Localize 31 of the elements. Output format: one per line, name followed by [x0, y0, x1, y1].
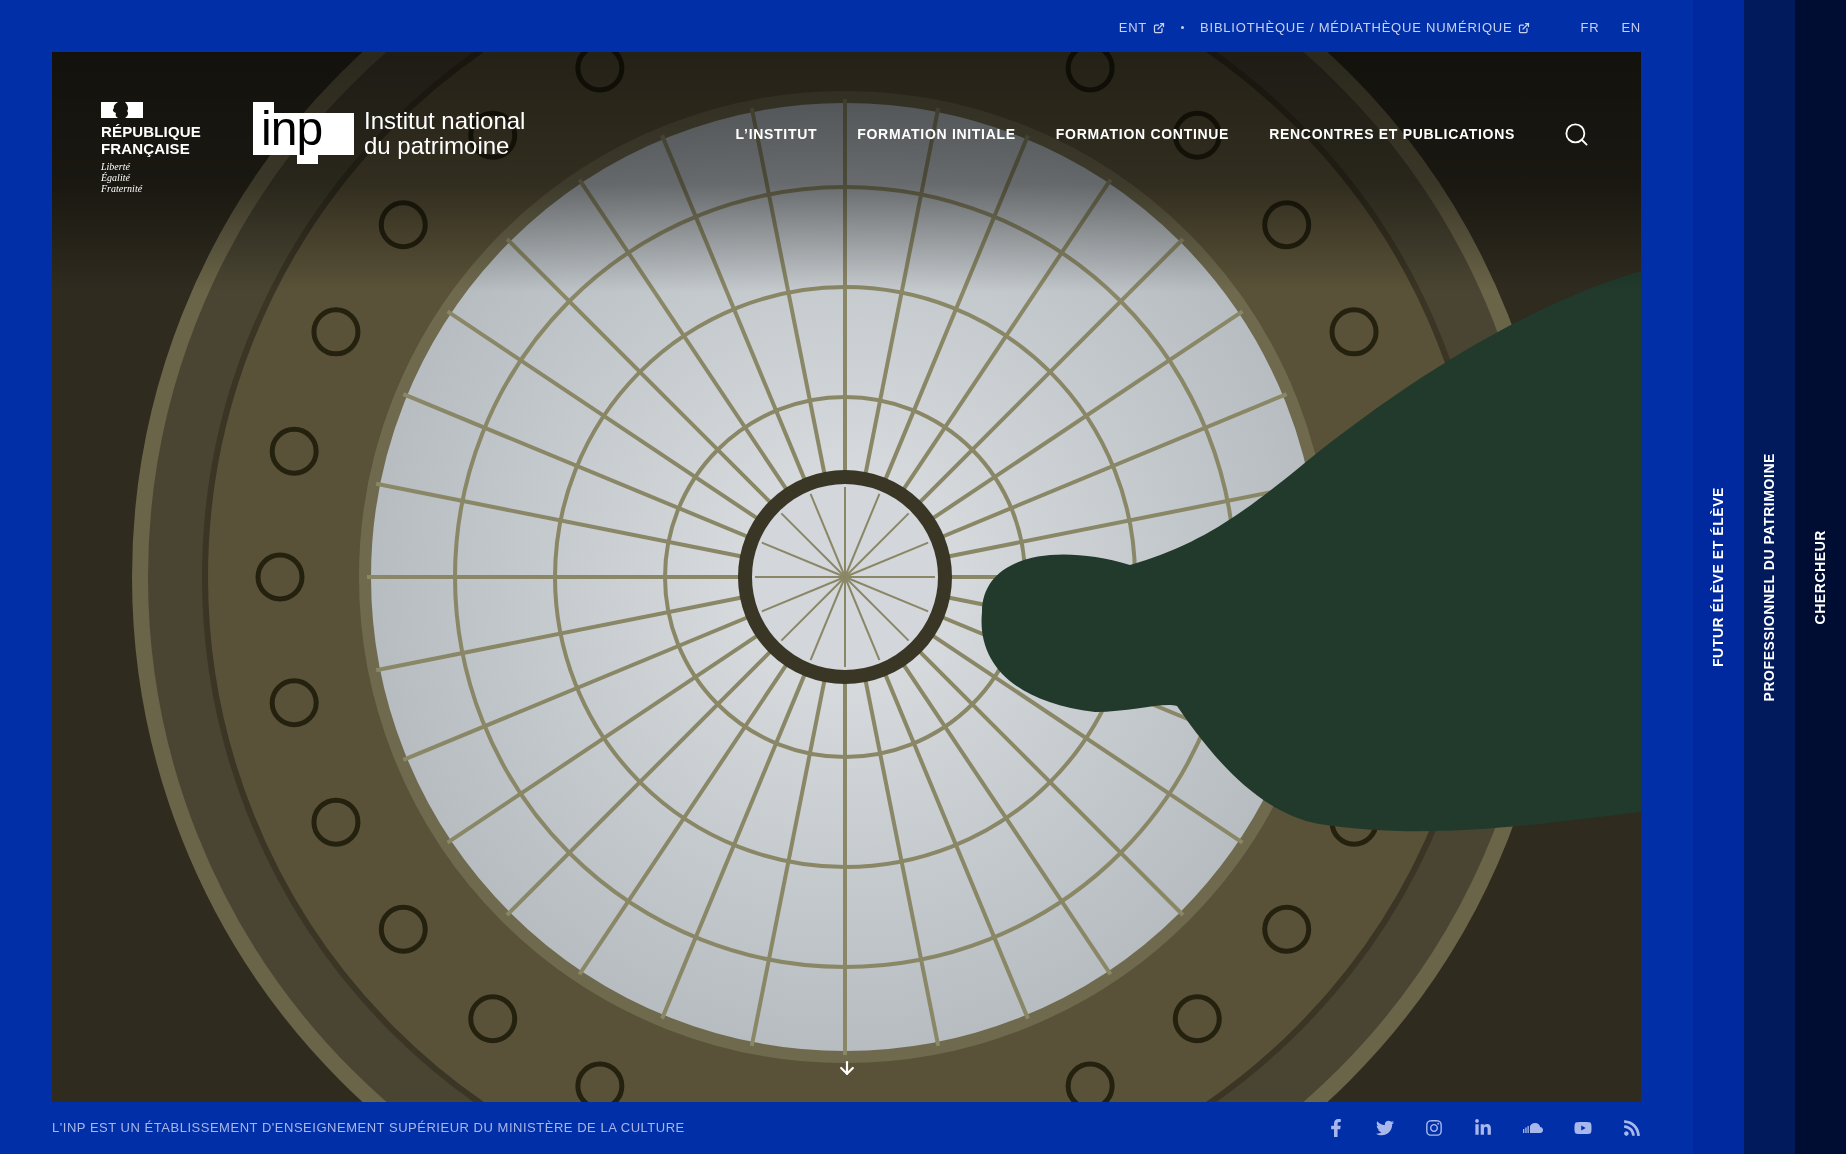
rss-link[interactable] [1623, 1119, 1641, 1137]
top-link[interactable]: ENT [1118, 17, 1166, 38]
twitter-icon [1376, 1119, 1394, 1137]
top-link[interactable]: BIBLIOTHÈQUE / MÉDIATHÈQUE NUMÉRIQUE [1200, 17, 1531, 38]
search-icon [1563, 121, 1590, 148]
youtube-link[interactable] [1574, 1119, 1592, 1137]
language-link[interactable]: EN [1621, 17, 1641, 38]
youtube-icon [1574, 1119, 1592, 1137]
nav-link[interactable]: FORMATION INITIALE [857, 126, 1016, 143]
instagram-link[interactable] [1425, 1119, 1443, 1137]
language-link[interactable]: FR [1580, 17, 1600, 38]
nav-link[interactable]: L’INSTITUT [735, 126, 818, 143]
cloud-icon [1523, 1123, 1543, 1133]
institute-name: Institut national du patrimoine [364, 108, 526, 158]
linkedin-link[interactable] [1474, 1119, 1492, 1137]
cloud-link[interactable] [1523, 1123, 1543, 1133]
instagram-icon [1425, 1119, 1443, 1137]
republic-name: RÉPUBLIQUE FRANÇAISE [101, 123, 201, 157]
twitter-link[interactable] [1376, 1119, 1394, 1137]
audience-tab[interactable]: PROFESSIONNEL DU PATRIMOINE [1744, 0, 1795, 1154]
emblem-icon [101, 102, 143, 118]
search-button[interactable] [1563, 121, 1590, 148]
motto-text: Liberté Égalité Fraternité [101, 161, 143, 194]
nav-link[interactable]: RENCONTRES ET PUBLICATIONS [1269, 126, 1515, 143]
rss-icon [1623, 1119, 1641, 1137]
audience-tab[interactable]: FUTUR ÉLÈVE ET ÉLÈVE [1693, 0, 1744, 1154]
footer-text: L'INP EST UN ÉTABLISSEMENT D'ENSEIGNEMENT SUPÉRIEUR DU MINISTÈRE DE LA CULTURE [52, 1119, 685, 1138]
inp-logo[interactable]: inp [253, 102, 354, 164]
nav-link[interactable]: FORMATION CONTINUE [1055, 126, 1230, 143]
linkedin-icon [1474, 1119, 1492, 1137]
audience-tab[interactable]: CHERCHEUR [1795, 0, 1846, 1154]
